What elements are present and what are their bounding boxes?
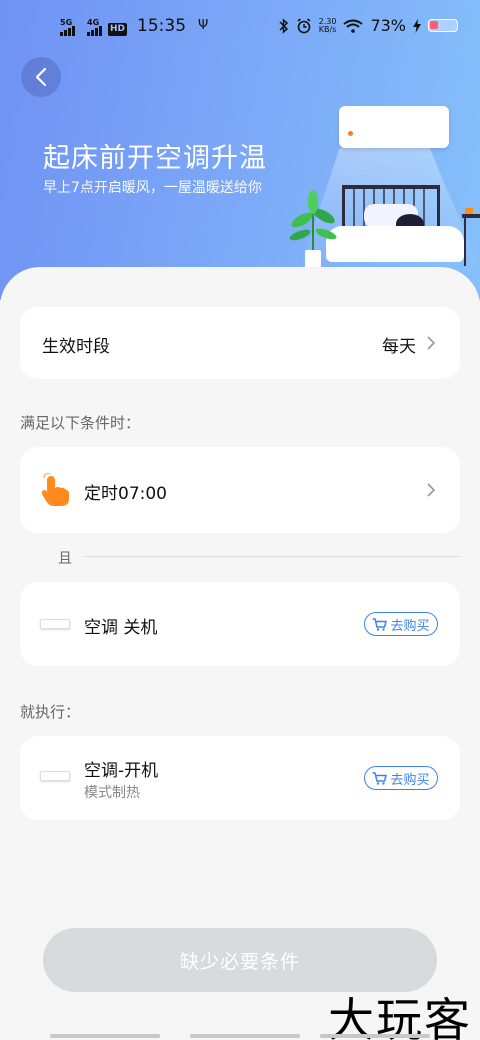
signal-4g-icon: 4G <box>87 18 102 36</box>
buy-label: 去购买 <box>390 772 430 788</box>
air-conditioner-illustration <box>339 106 449 148</box>
buy-button[interactable]: 去购买 <box>364 766 438 790</box>
period-card[interactable]: 生效时段 每天 <box>20 307 460 379</box>
nav-indicator <box>50 1034 160 1038</box>
battery-icon <box>428 19 458 32</box>
device-action-desc: 模式制热 <box>84 785 140 801</box>
bed <box>326 226 464 262</box>
device-condition-label: 空调 关机 <box>84 618 158 638</box>
air-conditioner-icon <box>40 619 70 629</box>
back-button[interactable] <box>21 57 61 97</box>
side-table <box>462 208 480 266</box>
status-time: 15:35 <box>137 16 187 36</box>
battery-percent: 73% <box>370 16 406 35</box>
buy-label: 去购买 <box>390 618 430 634</box>
charging-icon <box>413 18 421 33</box>
screen: 5G 4G HD 15:35 Ψ 2.30 KB/s 73% 起床前开空调升温 … <box>0 0 480 1040</box>
device-condition-card[interactable]: 空调 关机 去购买 <box>20 582 460 666</box>
conditions-section-label: 满足以下条件时： <box>20 414 141 432</box>
device-action-card[interactable]: 空调-开机 模式制热 去购买 <box>20 736 460 820</box>
scene-title: 起床前开空调升温 <box>43 143 267 174</box>
device-action-label: 空调-开机 <box>84 761 159 781</box>
chevron-left-icon <box>35 67 47 87</box>
hd-icon: HD <box>108 23 128 36</box>
actions-section-label: 就执行： <box>20 703 81 721</box>
nav-indicator <box>190 1034 300 1038</box>
signal-5g-icon: 5G <box>60 18 75 36</box>
header-banner: 5G 4G HD 15:35 Ψ 2.30 KB/s 73% 起床前开空调升温 … <box>0 0 480 300</box>
plant-icon <box>289 190 337 268</box>
air-conditioner-icon <box>40 771 70 781</box>
timer-condition-card[interactable]: 定时07:00 <box>20 447 460 533</box>
nav-indicator <box>320 1034 430 1038</box>
save-button-disabled[interactable]: 缺少必要条件 <box>43 928 437 992</box>
usb-icon: Ψ <box>198 18 209 33</box>
scene-subtitle: 早上7点开启暖风，一屋温暖送给你 <box>43 180 262 196</box>
watermark-logo: 大玩客 <box>328 993 472 1040</box>
period-value: 每天 <box>382 337 416 357</box>
cart-icon <box>372 617 388 631</box>
tap-hand-icon <box>41 473 69 506</box>
cart-icon <box>372 771 388 785</box>
period-label: 生效时段 <box>42 337 110 357</box>
chevron-right-icon <box>427 483 436 497</box>
network-speed: 2.30 KB/s <box>318 16 337 34</box>
and-divider <box>84 556 460 557</box>
alarm-icon <box>297 17 311 33</box>
ac-indicator-dot <box>348 131 353 136</box>
and-connector-label: 且 <box>58 551 72 567</box>
wifi-icon <box>343 19 364 33</box>
bluetooth-icon <box>279 17 288 34</box>
chevron-right-icon <box>427 336 436 350</box>
buy-button[interactable]: 去购买 <box>364 612 438 636</box>
status-bar: 5G 4G HD 15:35 Ψ 2.30 KB/s 73% <box>0 0 480 52</box>
timer-label: 定时07:00 <box>84 484 167 504</box>
